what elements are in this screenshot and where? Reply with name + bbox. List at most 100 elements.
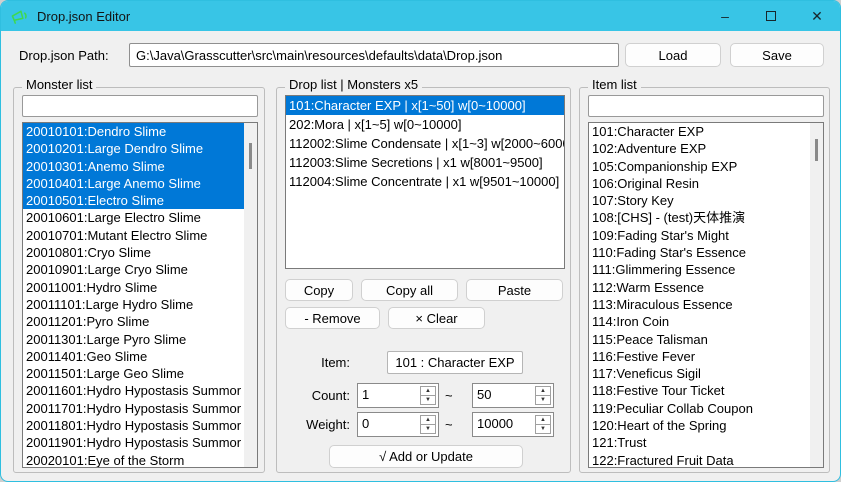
list-item[interactable]: 20020101:Eye of the Storm xyxy=(23,452,244,467)
list-item[interactable]: 20011001:Hydro Slime xyxy=(23,279,244,296)
minimize-button[interactable]: – xyxy=(702,1,748,31)
spin-down-icon[interactable]: ▼ xyxy=(421,425,435,433)
list-item[interactable]: 122:Fractured Fruit Data xyxy=(589,452,810,467)
list-item[interactable]: 112002:Slime Condensate | x[1~3] w[2000~… xyxy=(286,134,564,153)
item-field[interactable]: 101 : Character EXP xyxy=(387,351,523,374)
list-item[interactable]: 102:Adventure EXP xyxy=(589,140,810,157)
list-item[interactable]: 112:Warm Essence xyxy=(589,279,810,296)
item-scrollbar[interactable] xyxy=(810,123,823,467)
list-item[interactable]: 119:Peculiar Collab Coupon xyxy=(589,400,810,417)
list-item[interactable]: 20011101:Large Hydro Slime xyxy=(23,296,244,313)
path-label: Drop.json Path: xyxy=(19,48,109,63)
list-item[interactable]: 20010701:Mutant Electro Slime xyxy=(23,227,244,244)
list-item[interactable]: 20010301:Anemo Slime xyxy=(23,158,244,175)
spin-up-icon[interactable]: ▲ xyxy=(536,387,550,396)
close-button[interactable]: ✕ xyxy=(794,1,840,31)
list-item[interactable]: 20011301:Large Pyro Slime xyxy=(23,331,244,348)
weight-label: Weight: xyxy=(277,417,350,432)
list-item[interactable]: 112003:Slime Secretions | x1 w[8001~9500… xyxy=(286,153,564,172)
list-item[interactable]: 106:Original Resin xyxy=(589,175,810,192)
list-item[interactable]: 20010101:Dendro Slime xyxy=(23,123,244,140)
count-min-spinbox[interactable]: 1 ▲ ▼ xyxy=(357,383,439,408)
list-item[interactable]: 20010201:Large Dendro Slime xyxy=(23,140,244,157)
spin-up-icon[interactable]: ▲ xyxy=(421,387,435,396)
drop-items: 101:Character EXP | x[1~50] w[0~10000]20… xyxy=(286,96,564,268)
megaphone-icon xyxy=(10,7,29,26)
count-max-stepper[interactable]: ▲ ▼ xyxy=(535,386,551,405)
path-input[interactable] xyxy=(129,43,619,67)
drop-list-title: Drop list | Monsters x5 xyxy=(285,77,422,92)
title-bar: Drop.json Editor – ✕ xyxy=(1,1,840,31)
item-list-groupbox: Item list 101:Character EXP102:Adventure… xyxy=(579,87,830,473)
count-min-stepper[interactable]: ▲ ▼ xyxy=(420,386,436,405)
list-item[interactable]: 202:Mora | x[1~5] w[0~10000] xyxy=(286,115,564,134)
monster-filter-input[interactable] xyxy=(22,95,258,117)
weight-min-spinbox[interactable]: 0 ▲ ▼ xyxy=(357,412,439,437)
load-button[interactable]: Load xyxy=(625,43,721,67)
list-item[interactable]: 120:Heart of the Spring xyxy=(589,417,810,434)
spin-down-icon[interactable]: ▼ xyxy=(536,425,550,433)
list-item[interactable]: 118:Festive Tour Ticket xyxy=(589,382,810,399)
list-item[interactable]: 105:Companionship EXP xyxy=(589,158,810,175)
list-item[interactable]: 20011601:Hydro Hypostasis Summor xyxy=(23,382,244,399)
monster-scrollbar[interactable] xyxy=(244,123,257,467)
monster-listbox: 20010101:Dendro Slime20010201:Large Dend… xyxy=(22,122,258,468)
remove-button[interactable]: - Remove xyxy=(285,307,380,329)
list-item[interactable]: 20010601:Large Electro Slime xyxy=(23,209,244,226)
list-item[interactable]: 20011901:Hydro Hypostasis Summor xyxy=(23,434,244,451)
list-item[interactable]: 115:Peace Talisman xyxy=(589,331,810,348)
list-item[interactable]: 101:Character EXP | x[1~50] w[0~10000] xyxy=(286,96,564,115)
list-item[interactable]: 111:Glimmering Essence xyxy=(589,261,810,278)
item-scrollbar-thumb[interactable] xyxy=(815,139,818,161)
item-filter-input[interactable] xyxy=(588,95,824,117)
list-item[interactable]: 116:Festive Fever xyxy=(589,348,810,365)
drop-list-groupbox: Drop list | Monsters x5 101:Character EX… xyxy=(276,87,571,473)
monster-items: 20010101:Dendro Slime20010201:Large Dend… xyxy=(23,123,244,467)
weight-min-stepper[interactable]: ▲ ▼ xyxy=(420,415,436,434)
list-item[interactable]: 117:Veneficus Sigil xyxy=(589,365,810,382)
spin-up-icon[interactable]: ▲ xyxy=(421,416,435,425)
list-item[interactable]: 114:Iron Coin xyxy=(589,313,810,330)
count-range-separator: ~ xyxy=(445,388,453,403)
list-item[interactable]: 20010901:Large Cryo Slime xyxy=(23,261,244,278)
count-label: Count: xyxy=(277,388,350,403)
list-item[interactable]: 107:Story Key xyxy=(589,192,810,209)
list-item[interactable]: 20010401:Large Anemo Slime xyxy=(23,175,244,192)
list-item[interactable]: 108:[CHS] - (test)天体推演 xyxy=(589,209,810,226)
paste-button[interactable]: Paste xyxy=(466,279,563,301)
list-item[interactable]: 20010801:Cryo Slime xyxy=(23,244,244,261)
count-max-spinbox[interactable]: 50 ▲ ▼ xyxy=(472,383,554,408)
list-item[interactable]: 110:Fading Star's Essence xyxy=(589,244,810,261)
list-item[interactable]: 112004:Slime Concentrate | x1 w[9501~100… xyxy=(286,172,564,191)
copy-all-button[interactable]: Copy all xyxy=(361,279,458,301)
window-controls: – ✕ xyxy=(702,1,840,31)
drop-json-editor-window: Drop.json Editor – ✕ Drop.json Path: Loa… xyxy=(0,0,841,482)
list-item[interactable]: 113:Miraculous Essence xyxy=(589,296,810,313)
weight-min-value: 0 xyxy=(358,413,418,436)
list-item[interactable]: 101:Character EXP xyxy=(589,123,810,140)
weight-max-spinbox[interactable]: 10000 ▲ ▼ xyxy=(472,412,554,437)
item-list-title: Item list xyxy=(588,77,641,92)
window-title: Drop.json Editor xyxy=(37,9,130,24)
maximize-button[interactable] xyxy=(748,1,794,31)
weight-max-value: 10000 xyxy=(473,413,533,436)
list-item[interactable]: 109:Fading Star's Might xyxy=(589,227,810,244)
list-item[interactable]: 20011201:Pyro Slime xyxy=(23,313,244,330)
item-listbox: 101:Character EXP102:Adventure EXP105:Co… xyxy=(588,122,824,468)
list-item[interactable]: 121:Trust xyxy=(589,434,810,451)
clear-button[interactable]: × Clear xyxy=(388,307,485,329)
add-or-update-button[interactable]: √ Add or Update xyxy=(329,445,523,468)
list-item[interactable]: 20011801:Hydro Hypostasis Summor xyxy=(23,417,244,434)
spin-up-icon[interactable]: ▲ xyxy=(536,416,550,425)
weight-max-stepper[interactable]: ▲ ▼ xyxy=(535,415,551,434)
spin-down-icon[interactable]: ▼ xyxy=(536,396,550,404)
list-item[interactable]: 20010501:Electro Slime xyxy=(23,192,244,209)
monster-scrollbar-thumb[interactable] xyxy=(249,143,252,169)
list-item[interactable]: 20011501:Large Geo Slime xyxy=(23,365,244,382)
save-button[interactable]: Save xyxy=(730,43,824,67)
spin-down-icon[interactable]: ▼ xyxy=(421,396,435,404)
list-item[interactable]: 20011701:Hydro Hypostasis Summor xyxy=(23,400,244,417)
drop-listbox: 101:Character EXP | x[1~50] w[0~10000]20… xyxy=(285,95,565,269)
copy-button[interactable]: Copy xyxy=(285,279,353,301)
list-item[interactable]: 20011401:Geo Slime xyxy=(23,348,244,365)
